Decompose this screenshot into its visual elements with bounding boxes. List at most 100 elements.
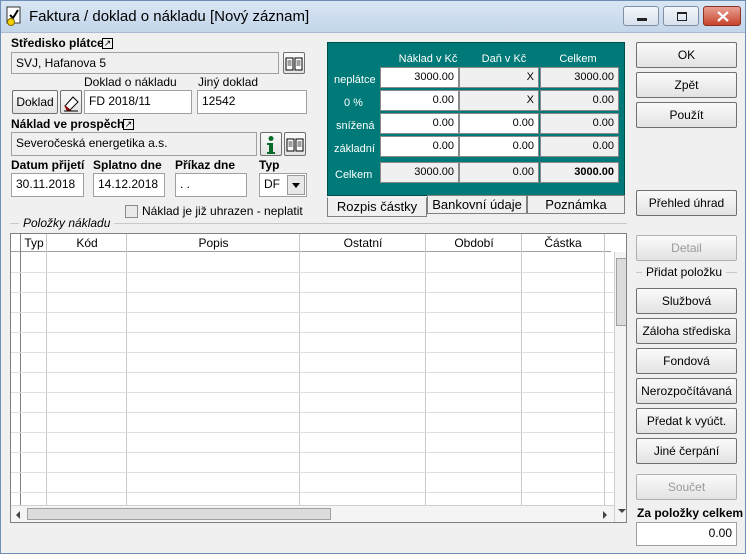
grid-line	[425, 234, 426, 505]
summary-header-naklad: Náklad v Kč	[398, 53, 458, 65]
typ-dropdown-button[interactable]	[287, 175, 305, 195]
info-button[interactable]	[260, 132, 282, 156]
book-icon	[285, 57, 303, 71]
stredisko-label: Středisko plátce	[11, 36, 104, 50]
detail-button[interactable]: Detail	[636, 235, 737, 261]
summary-cell-celkem: 3000.00	[540, 67, 619, 88]
document-check-icon	[6, 6, 21, 26]
summary-total-celkem: 3000.00	[540, 162, 619, 183]
scroll-thumb-vertical[interactable]	[616, 258, 626, 326]
za-polozky-celkem-label: Za položky celkem	[637, 506, 744, 520]
prikaz-field[interactable]: . .	[175, 173, 247, 197]
fondova-button[interactable]: Fondová	[636, 348, 737, 374]
summary-cell-naklad[interactable]: 0.00	[380, 113, 459, 134]
horizontal-scrollbar[interactable]	[11, 505, 614, 522]
vertical-scrollbar[interactable]	[614, 252, 627, 522]
zpet-button[interactable]: Zpět	[636, 72, 737, 98]
summary-total-label: Celkem	[335, 169, 373, 181]
grid-line	[11, 472, 614, 473]
typ-select[interactable]: DF	[259, 173, 307, 197]
minimize-button[interactable]	[623, 6, 659, 26]
items-grid[interactable]: Typ Kód Popis Ostatní Období Částka	[10, 233, 627, 523]
col-kod[interactable]: Kód	[47, 234, 127, 252]
typ-value: DF	[264, 177, 280, 191]
summary-cell-dan[interactable]: 0.00	[459, 113, 539, 134]
uhrazen-label: Náklad je již uhrazen - neplatit	[142, 204, 303, 218]
eraser-button[interactable]	[60, 90, 82, 114]
prehled-uhrad-button[interactable]: Přehled úhrad	[636, 190, 737, 216]
tab-poznamka[interactable]: Poznámka	[527, 195, 625, 214]
datum-prijeti-field[interactable]: 30.11.2018	[11, 173, 84, 197]
tab-bankovni-udaje[interactable]: Bankovní údaje	[427, 195, 527, 214]
grid-line	[299, 234, 300, 505]
grid-line	[11, 292, 614, 293]
predat-k-vyuct-button[interactable]: Předat k vyúčt.	[636, 408, 737, 434]
naklad-link-icon[interactable]: ↗	[123, 119, 134, 130]
summary-cell-celkem: 0.00	[540, 90, 619, 111]
jine-cerpani-button[interactable]: Jiné čerpání	[636, 438, 737, 464]
summary-cell-dan[interactable]: 0.00	[459, 136, 539, 157]
summary-row-label: 0 %	[344, 97, 363, 109]
summary-header-celkem: Celkem	[559, 53, 597, 65]
tab-rozpis-castky[interactable]: Rozpis částky	[327, 197, 427, 217]
grid-line	[604, 234, 605, 505]
grid-line	[46, 234, 47, 505]
maximize-button[interactable]	[663, 6, 699, 26]
splatno-label: Splatno dne	[93, 158, 162, 172]
grid-line	[11, 492, 614, 493]
summary-row-label: základní	[334, 143, 375, 155]
summary-cell-naklad[interactable]: 0.00	[380, 90, 459, 111]
grid-line	[11, 392, 614, 393]
naklad-field[interactable]: Severočeská energetika a.s.	[11, 132, 257, 156]
eraser-icon	[64, 96, 79, 112]
jiny-doklad-label: Jiný doklad	[198, 75, 259, 89]
summary-total-naklad: 3000.00	[380, 162, 459, 183]
nerozpocitavana-button[interactable]: Nerozpočítávaná	[636, 378, 737, 404]
col-typ[interactable]: Typ	[21, 234, 47, 252]
close-icon	[717, 11, 729, 22]
pridat-polozku-label: Přidat položku	[642, 265, 727, 279]
chevron-down-icon	[292, 183, 300, 188]
summary-cell-celkem: 0.00	[540, 136, 619, 157]
chevron-right-icon[interactable]	[601, 510, 609, 520]
summary-cell-celkem: 0.00	[540, 113, 619, 134]
ok-button[interactable]: OK	[636, 42, 737, 68]
typ-label: Typ	[259, 158, 280, 172]
stredisko-field[interactable]: SVJ, Hafanova 5	[11, 52, 279, 74]
soucet-button[interactable]: Součet	[636, 474, 737, 500]
summary-row-label: neplátce	[334, 74, 376, 86]
pouzit-button[interactable]: Použít	[636, 102, 737, 128]
zaloha-strediska-button[interactable]: Záloha střediska	[636, 318, 737, 344]
naklad-label: Náklad ve prospěch	[11, 117, 125, 131]
uhrazen-checkbox[interactable]	[125, 205, 138, 218]
col-castka[interactable]: Částka	[522, 234, 604, 252]
title-bar[interactable]: Faktura / doklad o nákladu [Nový záznam]	[1, 1, 745, 33]
col-popis[interactable]: Popis	[127, 234, 300, 252]
splatno-field[interactable]: 14.12.2018	[93, 173, 165, 197]
grid-line	[11, 352, 614, 353]
jiny-doklad-field[interactable]: 12542	[197, 90, 307, 114]
summary-cell-naklad[interactable]: 3000.00	[380, 67, 459, 88]
info-icon	[267, 136, 275, 154]
col-ostatni[interactable]: Ostatní	[300, 234, 426, 252]
chevron-down-icon[interactable]	[617, 507, 627, 515]
main-window: Faktura / doklad o nákladu [Nový záznam]…	[0, 0, 746, 554]
stredisko-book-button[interactable]	[283, 52, 305, 74]
grid-line	[11, 312, 614, 313]
za-polozky-celkem-field: 0.00	[636, 522, 737, 546]
col-obdobi[interactable]: Období	[426, 234, 522, 252]
grid-line	[11, 412, 614, 413]
grid-line	[11, 332, 614, 333]
scroll-thumb-horizontal[interactable]	[27, 508, 331, 520]
stredisko-link-icon[interactable]: ↗	[102, 38, 113, 49]
grid-line	[20, 234, 21, 505]
doklad-nakladu-field[interactable]: FD 2018/11	[84, 90, 192, 114]
chevron-left-icon[interactable]	[14, 510, 22, 520]
naklad-book-button[interactable]	[284, 132, 306, 156]
doklad-nakladu-label: Doklad o nákladu	[84, 75, 177, 89]
summary-total-dan: 0.00	[459, 162, 539, 183]
close-button[interactable]	[703, 6, 741, 26]
sluzbova-button[interactable]: Službová	[636, 288, 737, 314]
summary-cell-naklad[interactable]: 0.00	[380, 136, 459, 157]
doklad-button[interactable]: Doklad	[12, 90, 58, 114]
